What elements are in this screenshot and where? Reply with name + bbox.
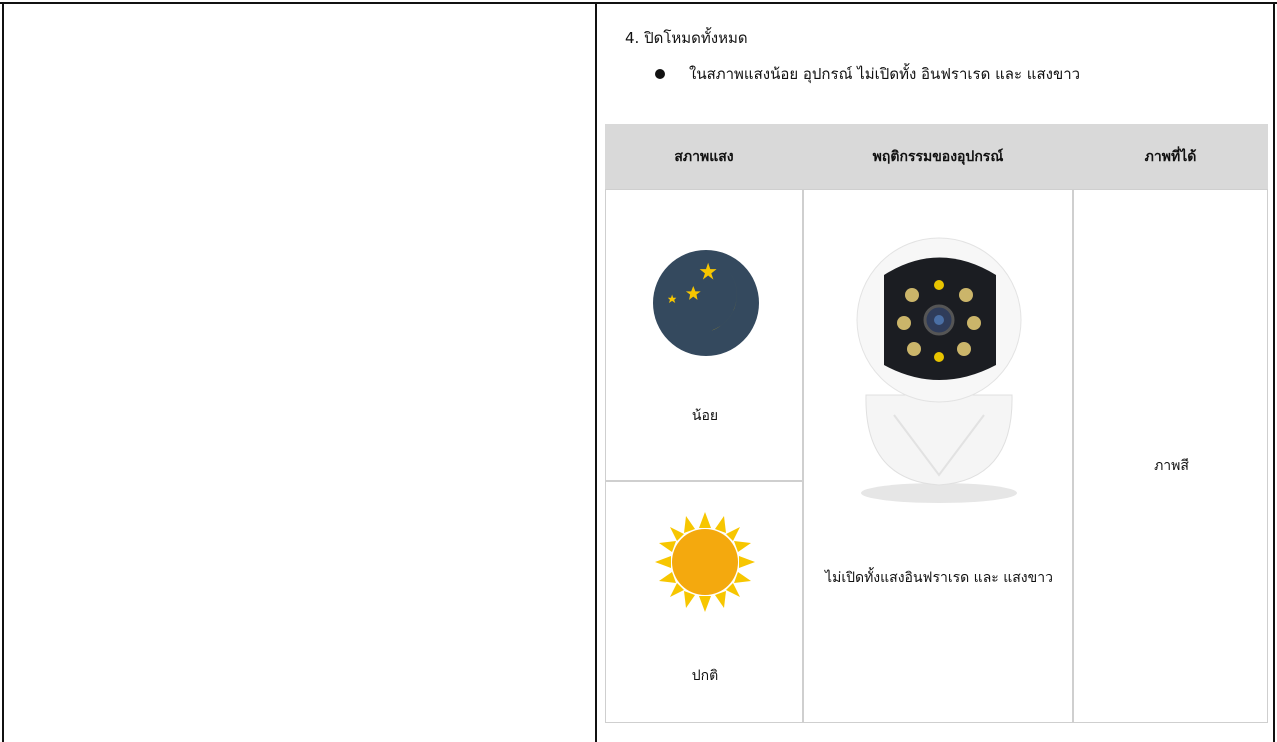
section-heading: 4. ปิดโหมดทั้งหมด — [625, 29, 748, 47]
label-low: น้อย — [691, 408, 719, 424]
behavior-text: ไม่เปิดทั้งแสงอินฟราเรด และ แสงขาว — [825, 570, 1053, 586]
cell-device-behavior: ไม่เปิดทั้งแสงอินฟราเรด และ แสงขาว — [803, 189, 1073, 723]
header-result-image: ภาพที่ได้ — [1073, 124, 1268, 189]
document-page: 4. ปิดโหมดทั้งหมด ในสภาพแสงน้อย อุปกรณ์ … — [0, 0, 1277, 742]
bullet-text: ในสภาพแสงน้อย อุปกรณ์ ไม่เปิดทั้ง อินฟรา… — [689, 65, 1081, 83]
camera-image — [856, 237, 1022, 503]
bullet-item: ในสภาพแสงน้อย อุปกรณ์ ไม่เปิดทั้ง อินฟรา… — [655, 62, 1080, 86]
moon-icon — [653, 250, 759, 356]
header-light-condition: สภาพแสง — [605, 124, 803, 189]
result-text: ภาพสี — [1154, 458, 1189, 474]
header-device-behavior: พฤติกรรมของอุปกรณ์ — [803, 124, 1073, 189]
sun-icon — [655, 512, 755, 612]
label-normal: ปกติ — [691, 668, 719, 684]
left-border — [2, 2, 4, 742]
bullet-dot-icon — [655, 69, 665, 79]
top-border — [0, 2, 1277, 4]
cell-low-light: น้อย — [605, 189, 803, 481]
column-divider — [595, 2, 597, 742]
right-border — [1273, 2, 1275, 742]
cell-normal-light: ปกติ — [605, 481, 803, 723]
mode-table: สภาพแสง พฤติกรรมของอุปกรณ์ ภาพที่ได้ น้อ… — [605, 124, 1268, 723]
cell-result-image: ภาพสี — [1073, 189, 1268, 723]
